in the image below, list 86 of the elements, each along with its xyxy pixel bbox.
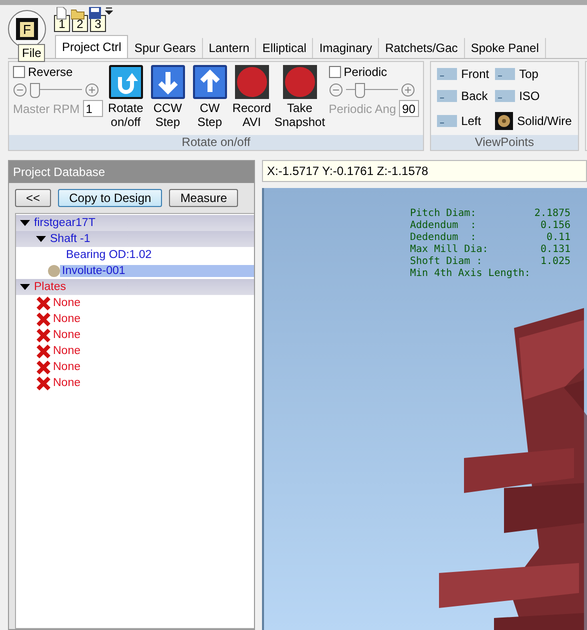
readout-value: 0.156 [539,220,571,232]
view-icon [495,90,516,102]
zoom-in-icon[interactable] [400,82,415,96]
tree-item[interactable]: None [51,361,82,373]
error-icon [36,344,51,358]
record-icon [282,65,317,99]
readout-label: Dedendum : [410,232,478,244]
field-label: Master RPM [13,102,80,116]
tree-item[interactable]: Shaft -1 [48,233,92,245]
readout-label: Pitch Diam: [410,208,478,220]
error-icon [36,360,51,374]
error-icon [36,376,51,390]
viewpoint-button[interactable]: Back [437,87,490,106]
input-field[interactable]: 1 [82,100,103,117]
zoom-out-icon[interactable] [328,82,343,96]
readout-label: Min 4th Axis Length: [410,268,530,280]
tree-item[interactable]: None [51,345,82,357]
tree-item[interactable]: None [51,329,82,341]
field-label: Periodic Ang [328,102,396,116]
circle-icon [48,265,60,277]
checkbox-label: Periodic [344,65,388,79]
ribbon-tab[interactable]: Project Ctrl [55,35,128,58]
panel-title: Project Database [9,161,254,183]
toolbar-button[interactable]: Copy to Design [58,189,162,207]
viewpoint-button[interactable]: Front [437,65,490,84]
gear-icon [495,112,514,130]
ribbon-tab[interactable]: Spoke Panel [464,38,546,58]
readout-value: 2.1875 [534,208,571,220]
view-icon [437,90,458,102]
rotate-icon [108,65,143,99]
app-menu-button[interactable]: F [8,10,46,48]
ribbon-tab[interactable]: Lantern [202,38,256,58]
readout-value: 1.025 [539,256,571,268]
expand-icon[interactable] [20,219,30,227]
readout-label: Addendum : [410,220,478,232]
up-arrow-icon [192,65,227,99]
ribbon-tab[interactable]: Elliptical [256,38,314,58]
ribbon-tab[interactable]: Spur Gears [128,38,203,58]
ribbon-button[interactable]: Take Snapshot [274,65,325,132]
readout-value: 0.131 [539,244,571,256]
viewpoint-button[interactable]: Solid/Wire [495,110,572,132]
tree-item[interactable]: Bearing OD:1.02 [64,249,154,261]
ribbon-button[interactable]: Record AVI [232,65,271,132]
ribbon-tab[interactable]: Imaginary [313,38,380,58]
readout-value: 0.11 [545,232,571,244]
tree-item[interactable]: None [51,313,82,325]
view-icon [437,68,458,80]
view-icon [495,68,516,80]
save-icon[interactable] [89,7,101,19]
dropdown-icon[interactable] [105,7,113,15]
expand-icon[interactable] [20,283,30,291]
checkbox-label: Reverse [28,65,73,79]
view-icon [437,114,458,127]
group-caption: ViewPoints [431,135,578,150]
readout-label: Shoft Diam : [410,256,484,268]
group-caption: Rotate on/off [9,135,424,150]
readout-label: Max Mill Dia: [410,244,490,256]
zoom-in-icon[interactable] [85,82,99,96]
down-arrow-icon [150,65,185,99]
ribbon-button[interactable]: CCW Step [148,65,187,132]
toolbar-button[interactable]: << [15,189,52,207]
error-icon [36,296,51,310]
input-field[interactable]: 90 [399,100,420,117]
viewpoint-button[interactable]: Left [437,110,490,132]
checkbox[interactable] [13,66,25,78]
error-icon [36,328,51,342]
slider-thumb[interactable] [354,83,365,98]
viewpoint-button[interactable]: Top [495,65,572,84]
toolbar-button[interactable]: Measure [169,189,238,207]
zoom-out-icon[interactable] [13,82,27,96]
slider-thumb[interactable] [30,83,40,98]
record-icon [234,65,269,99]
tooltip: File [18,44,46,62]
tree-item[interactable]: None [51,377,82,389]
viewpoint-button[interactable]: ISO [495,87,572,106]
error-icon [36,312,51,326]
ribbon-button[interactable]: Rotate on/off [106,65,145,132]
tree-item[interactable]: None [51,297,82,309]
new-file-icon[interactable] [56,7,67,20]
tree-item[interactable]: Involute-001 [60,265,254,277]
ribbon-button[interactable]: CW Step [190,65,229,132]
checkbox[interactable] [328,66,341,78]
coordinates-bar: X:-1.5717 Y:-0.1761 Z:-1.1578 [262,160,587,182]
ribbon-tab[interactable]: Ratchets/Gac [379,38,465,58]
folder-icon[interactable] [71,7,85,20]
expand-icon[interactable] [36,235,46,243]
